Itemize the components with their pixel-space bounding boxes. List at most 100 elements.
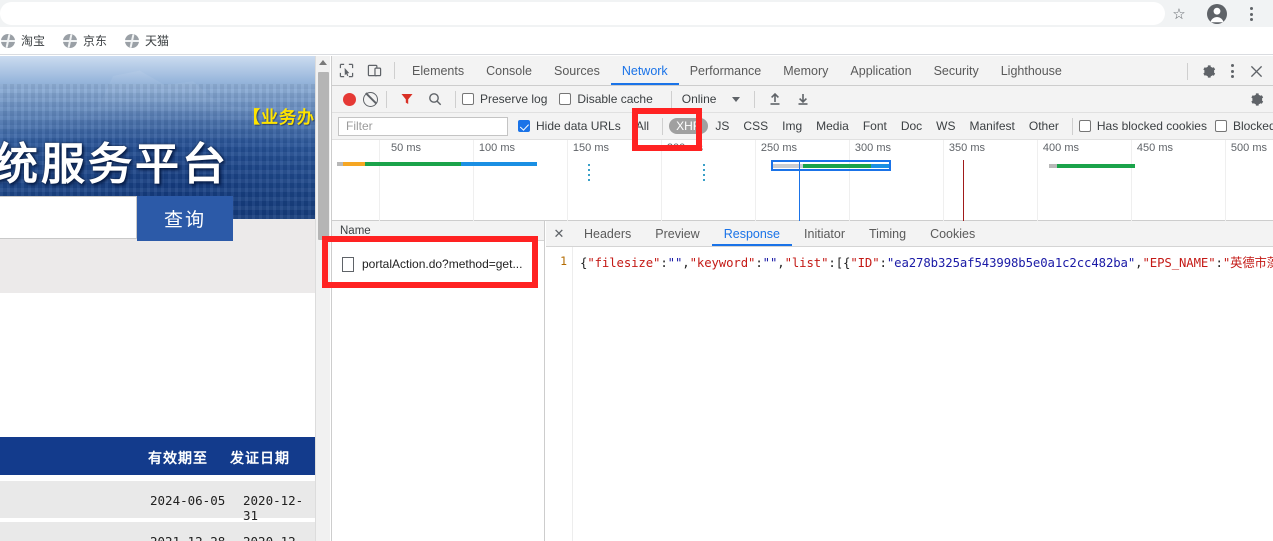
json-token: "keyword" (689, 256, 756, 270)
close-icon[interactable]: ✕ (546, 221, 572, 247)
checkbox-box[interactable] (1078, 120, 1091, 132)
tab-initiator[interactable]: Initiator (792, 221, 857, 246)
profile-avatar-icon[interactable] (1206, 3, 1228, 25)
import-har-icon[interactable] (761, 85, 789, 113)
tab-timing[interactable]: Timing (857, 221, 918, 246)
scroll-up-arrow-icon[interactable] (319, 60, 327, 65)
tab-application[interactable]: Application (839, 56, 922, 85)
filter-type-other[interactable]: Other (1022, 118, 1066, 134)
filter-type-doc[interactable]: Doc (894, 118, 929, 134)
kebab-menu-icon[interactable] (1222, 57, 1242, 85)
json-token: : (828, 256, 836, 270)
filter-type-media[interactable]: Media (809, 118, 856, 134)
checkbox-box[interactable] (518, 120, 530, 132)
tab-memory[interactable]: Memory (772, 56, 839, 85)
preserve-log-label: Preserve log (480, 92, 548, 106)
bookmark-item-jd[interactable]: 京东 (54, 29, 116, 53)
site-banner: 【业务办 统服务平台 (0, 56, 315, 219)
device-toolbar-icon[interactable] (360, 57, 388, 85)
tab-performance[interactable]: Performance (679, 56, 773, 85)
timeline-selected-request[interactable] (771, 160, 891, 171)
globe-icon (1, 33, 15, 48)
network-content: Name portalAction.do?method=get... ✕ Hea… (332, 221, 1273, 541)
close-icon[interactable] (1242, 57, 1270, 85)
tab-cookies[interactable]: Cookies (918, 221, 987, 246)
search-input[interactable] (0, 196, 137, 239)
search-icon[interactable] (421, 85, 449, 113)
chevron-down-icon[interactable] (732, 96, 741, 102)
filter-placeholder: Filter (346, 119, 373, 133)
checkbox-box[interactable] (462, 93, 474, 105)
scrollbar-thumb[interactable] (318, 72, 329, 240)
divider (670, 90, 672, 108)
response-body[interactable]: 1 {"filesize":"","keyword":"","list":[{"… (546, 247, 1273, 541)
load-event-marker (963, 160, 964, 221)
cell-valid-until: 2021-12-28 (150, 534, 225, 541)
blocked-requests-checkbox[interactable]: Blocked Requests (1214, 119, 1273, 133)
browser-toolbar: ☆ (0, 0, 1273, 27)
list-item[interactable]: portalAction.do?method=get... (332, 253, 545, 275)
gear-icon[interactable] (1242, 86, 1270, 113)
tab-console[interactable]: Console (475, 56, 543, 85)
json-token: "EPS_NAME" (1142, 256, 1216, 270)
filter-type-manifest[interactable]: Manifest (963, 118, 1022, 134)
divider (1187, 62, 1188, 80)
requests-list[interactable]: portalAction.do?method=get... (332, 241, 545, 541)
has-blocked-cookies-checkbox[interactable]: Has blocked cookies (1078, 119, 1215, 133)
filter-type-all[interactable]: All (629, 118, 656, 134)
timeline-bar-ttfb (803, 163, 871, 168)
export-har-icon[interactable] (789, 85, 817, 113)
json-token: "" (667, 256, 683, 270)
tab-security[interactable]: Security (923, 56, 990, 85)
globe-icon (125, 33, 140, 48)
requests-column-header[interactable]: Name (332, 221, 545, 241)
tab-lighthouse[interactable]: Lighthouse (990, 56, 1073, 85)
bookmark-label: 淘宝 (21, 34, 46, 48)
hide-data-urls-checkbox[interactable]: Hide data URLs (518, 119, 629, 133)
filter-type-img[interactable]: Img (775, 118, 809, 134)
banner-title: 统服务平台 (0, 140, 229, 189)
filter-input[interactable]: Filter (338, 116, 508, 136)
tab-headers[interactable]: Headers (572, 221, 643, 246)
clear-icon[interactable] (363, 91, 378, 107)
has-blocked-cookies-label: Has blocked cookies (1096, 119, 1207, 133)
checkbox-box[interactable] (559, 93, 572, 105)
tab-sources[interactable]: Sources (543, 56, 611, 85)
filter-type-css[interactable]: CSS (736, 118, 775, 134)
checkbox-box[interactable] (1214, 120, 1227, 132)
kebab-menu-icon[interactable] (1242, 3, 1260, 25)
omnibox[interactable] (0, 2, 1165, 25)
disable-cache-checkbox[interactable]: Disable cache (559, 92, 664, 106)
tab-preview[interactable]: Preview (643, 221, 711, 246)
globe-icon (63, 33, 78, 48)
bookmark-item-taobao[interactable]: 淘宝 (0, 29, 54, 53)
bookmark-star-icon[interactable]: ☆ (1168, 3, 1190, 25)
json-token: [{ (835, 256, 851, 270)
inspect-element-icon[interactable] (332, 57, 360, 85)
preserve-log-checkbox[interactable]: Preserve log (462, 92, 559, 106)
gear-icon[interactable] (1194, 57, 1222, 85)
filter-type-ws[interactable]: WS (929, 118, 962, 134)
filter-funnel-icon[interactable] (393, 85, 421, 113)
network-timeline-overview[interactable]: 50 ms 100 ms 150 ms 200 ms 250 ms 300 ms… (332, 140, 1273, 221)
table-row[interactable]: 2021-12-28 2020-12-31 (0, 522, 315, 541)
tab-response[interactable]: Response (712, 221, 792, 246)
divider (662, 117, 664, 135)
filter-type-js[interactable]: JS (708, 118, 736, 134)
page-scrollbar[interactable] (315, 56, 330, 541)
document-icon (342, 256, 354, 272)
divider (394, 62, 395, 79)
json-token: "" (762, 256, 778, 270)
timeline-gridline (567, 140, 568, 221)
json-token: "ea278b325af543998b5e0a1c2cc482ba" (886, 256, 1136, 270)
search-button[interactable]: 查询 (137, 196, 233, 241)
throttling-dropdown[interactable]: Online (678, 92, 741, 106)
tab-elements[interactable]: Elements (401, 56, 475, 85)
tab-network[interactable]: Network (611, 56, 679, 85)
table-row[interactable]: 2024-06-05 2020-12-31 (0, 481, 315, 523)
filter-type-xhr[interactable]: XHR (669, 118, 709, 134)
filter-type-font[interactable]: Font (856, 118, 894, 134)
record-button-icon[interactable] (343, 92, 356, 106)
line-number: 1 (560, 254, 567, 268)
bookmark-item-tmall[interactable]: 天猫 (116, 29, 178, 53)
